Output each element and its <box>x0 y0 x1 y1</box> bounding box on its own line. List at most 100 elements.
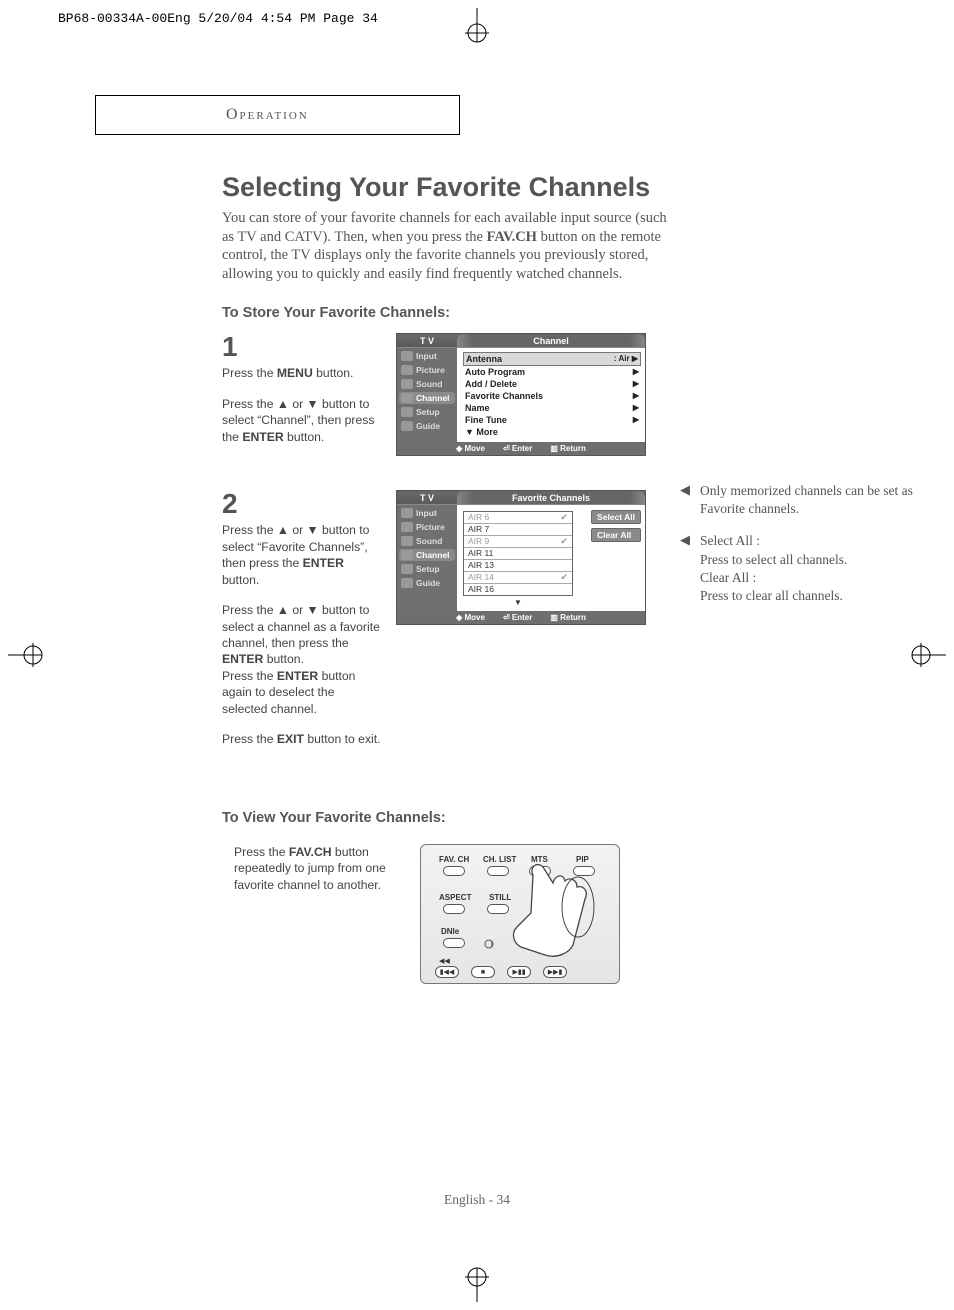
osd1-tv: T V <box>397 336 457 346</box>
channel-icon <box>401 393 413 403</box>
osd2-tv: T V <box>397 493 457 503</box>
footer-return-label: Return <box>560 444 586 453</box>
favorite-row: AIR 6✔ <box>464 512 572 524</box>
osd1-row: Add / Delete▶ <box>463 378 641 390</box>
view-favch: FAV.CH <box>289 845 332 859</box>
sidebar-item-setup: Setup <box>399 563 455 575</box>
footer-return-label: Return <box>560 613 586 622</box>
osd1-footer: ◆ Move ⏎ Enter ▥ Return <box>397 442 645 455</box>
footer-move-label: Move <box>464 444 484 453</box>
sidebar-item-picture: Picture <box>399 364 455 376</box>
osd1-row: Fine Tune▶ <box>463 414 641 426</box>
input-icon <box>401 508 413 518</box>
osd1-sidebar: Input Picture Sound Channel Setup Guide <box>397 348 457 442</box>
picture-icon <box>401 365 413 375</box>
sidebar-item-input: Input <box>399 350 455 362</box>
osd1-row: Name▶ <box>463 402 641 414</box>
step2-p4c: button to exit. <box>304 732 381 746</box>
select-all-button: Select All <box>591 510 641 524</box>
page-footer: English - 34 <box>0 1192 954 1208</box>
footer-enter-label: Enter <box>512 613 532 622</box>
picture-icon <box>401 522 413 532</box>
step1-menu: MENU <box>277 366 313 380</box>
sidebar-item-sound: Sound <box>399 535 455 547</box>
sidebar-item-picture: Picture <box>399 521 455 533</box>
note-2a: Select All : <box>700 533 760 548</box>
sidebar-item-guide: Guide <box>399 577 455 589</box>
sidebar-label: Input <box>416 508 437 518</box>
button-aspect <box>443 904 465 914</box>
note-2d: Press to clear all channels. <box>700 588 843 603</box>
button-dnie <box>443 938 465 948</box>
sidebar-label: Channel <box>416 393 450 403</box>
footer-move-label: Move <box>464 613 484 622</box>
guide-icon <box>401 578 413 588</box>
osd1-row: ▼ More <box>463 426 641 438</box>
sidebar-label: Guide <box>416 421 440 431</box>
osd1-row: Antenna: Air ▶ <box>463 352 641 366</box>
step-1: 1 Press the MENU button. Press the ▲ or … <box>222 333 682 456</box>
button-playpause: ▶▮▮ <box>507 966 531 978</box>
footer-enter: ⏎ Enter <box>503 613 532 622</box>
section-label: Operation <box>226 106 309 124</box>
step2-enter3: ENTER <box>277 669 318 683</box>
sidebar-label: Channel <box>416 550 450 560</box>
step2-enter1: ENTER <box>303 556 344 570</box>
note-1: Only memorized channels can be set as Fa… <box>700 482 920 518</box>
button-forward: ▶▶▮ <box>543 966 567 978</box>
sidebar-item-sound: Sound <box>399 378 455 390</box>
label-aspect: ASPECT <box>439 893 471 902</box>
remote-illustration: FAV. CH CH. LIST MTS PIP ASPECT STILL DN… <box>420 844 620 984</box>
view-p1a: Press the <box>234 845 289 859</box>
input-icon <box>401 351 413 361</box>
intro-paragraph: You can store of your favorite channels … <box>222 209 682 283</box>
step1-p1a: Press the <box>222 366 277 380</box>
footer-move: ◆ Move <box>456 444 485 453</box>
favorite-row: AIR 14✔ <box>464 572 572 584</box>
favorite-row: AIR 11 <box>464 548 572 560</box>
footer-return: ▥ Return <box>550 444 586 453</box>
triangle-bullet-icon: ◀ <box>680 532 692 605</box>
sidebar-label: Setup <box>416 564 440 574</box>
osd2-main: AIR 6✔AIR 7AIR 9✔AIR 11AIR 13AIR 14✔AIR … <box>457 505 645 611</box>
step2-enter2: ENTER <box>222 652 263 666</box>
note-2b: Press to select all channels. <box>700 552 847 567</box>
button-favch <box>443 866 465 876</box>
setup-icon <box>401 407 413 417</box>
fav-more: ▼ <box>463 598 573 607</box>
label-favch: FAV. CH <box>439 855 469 864</box>
step1-enter: ENTER <box>242 430 283 444</box>
crop-mark-right <box>906 635 946 675</box>
step2-p2: Press the ▲ or ▼ button to select a chan… <box>222 603 380 650</box>
crop-mark-left <box>8 635 48 675</box>
step2-p4a: Press the <box>222 732 277 746</box>
favorite-row: AIR 7 <box>464 524 572 536</box>
sidebar-item-setup: Setup <box>399 406 455 418</box>
view-step: Press the FAV.CH button repeatedly to ju… <box>222 844 682 984</box>
step-1-number: 1 <box>222 333 382 361</box>
osd2-footer: ◆ Move ⏎ Enter ▥ Return <box>397 611 645 624</box>
sidebar-label: Sound <box>416 379 442 389</box>
button-stop: ■ <box>471 966 495 978</box>
footer-move: ◆ Move <box>456 613 485 622</box>
footer-enter: ⏎ Enter <box>503 444 532 453</box>
guide-icon <box>401 421 413 431</box>
side-notes: ◀ Only memorized channels can be set as … <box>680 482 920 619</box>
sidebar-label: Guide <box>416 578 440 588</box>
sidebar-item-channel: Channel <box>399 392 455 404</box>
page-title: Selecting Your Favorite Channels <box>222 172 682 203</box>
triangle-bullet-icon: ◀ <box>680 482 692 518</box>
sidebar-label: Sound <box>416 536 442 546</box>
step1-p1c: button. <box>313 366 354 380</box>
sidebar-item-input: Input <box>399 507 455 519</box>
hand-illustration <box>503 855 613 965</box>
osd-channel-menu: T V Channel Input Picture Sound Channel … <box>396 333 646 456</box>
step-2-number: 2 <box>222 490 382 518</box>
sidebar-label: Picture <box>416 365 445 375</box>
sidebar-label: Setup <box>416 407 440 417</box>
favorite-row: AIR 13 <box>464 560 572 572</box>
setup-icon <box>401 564 413 574</box>
step-2: 2 Press the ▲ or ▼ button to select “Fav… <box>222 490 682 748</box>
step2-p3a: Press the <box>222 669 277 683</box>
osd1-title: Channel <box>457 334 645 347</box>
